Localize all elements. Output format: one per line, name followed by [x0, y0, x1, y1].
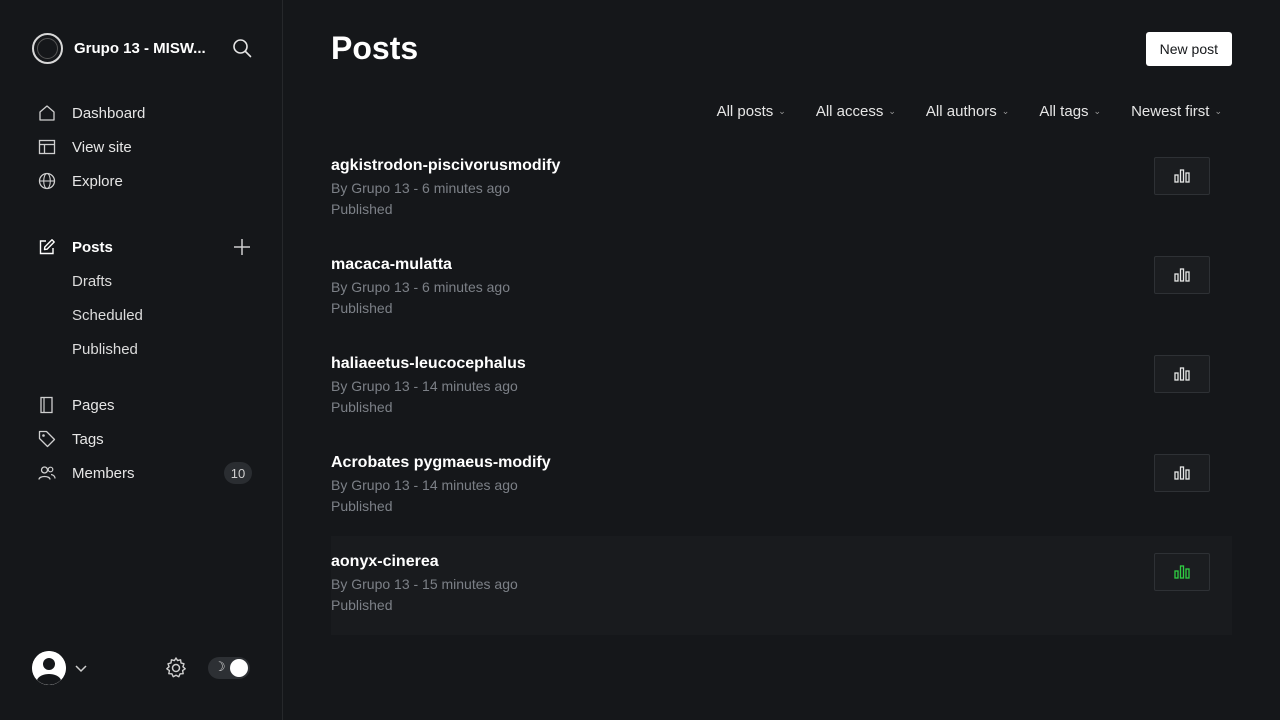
filter-bar: All posts ⌄ All access ⌄ All authors ⌄ All … — [717, 100, 1222, 122]
post-status: Published — [331, 498, 393, 514]
nav-pages[interactable]: Pages — [32, 388, 252, 422]
filter-authors-label: All authors — [925, 102, 997, 120]
nav-drafts[interactable]: Drafts — [32, 264, 252, 298]
post-meta: By Grupo 13 - 6 minutes ago — [331, 279, 510, 295]
nav-view-site-label: View site — [72, 138, 132, 156]
post-meta: By Grupo 13 - 15 minutes ago — [331, 576, 518, 592]
post-row[interactable]: Acrobates pygmaeus-modify By Grupo 13 - … — [331, 437, 1232, 536]
nav-posts-label: Posts — [72, 238, 113, 256]
filter-sort-label: Newest first — [1131, 102, 1210, 120]
chevron-down-icon: ⌄ — [778, 105, 786, 116]
nav-view-site[interactable]: View site — [32, 130, 252, 164]
post-title[interactable]: haliaeetus-leucocephalus — [331, 355, 1232, 375]
posts-nav: Posts Drafts Scheduled Published — [32, 230, 252, 366]
nav-explore[interactable]: Explore — [32, 164, 252, 198]
search-icon[interactable] — [232, 38, 252, 58]
post-title[interactable]: aonyx-cinerea — [331, 553, 1232, 573]
gear-icon[interactable] — [164, 656, 188, 680]
stats-button[interactable] — [1154, 355, 1210, 393]
post-title[interactable]: macaca-mulatta — [331, 256, 1232, 276]
nav-tags[interactable]: Tags — [32, 422, 252, 456]
post-row[interactable]: agkistrodon-piscivorusmodify By Grupo 13… — [331, 140, 1232, 239]
page-title: Posts — [331, 30, 419, 66]
dark-mode-toggle[interactable]: ☽ — [208, 657, 250, 679]
post-status: Published — [331, 399, 393, 415]
bar-chart-icon — [1174, 367, 1190, 381]
post-list: agkistrodon-piscivorusmodify By Grupo 13… — [331, 140, 1232, 635]
bar-chart-icon — [1174, 565, 1190, 579]
filter-type[interactable]: All posts ⌄ — [717, 100, 786, 122]
chevron-down-icon[interactable] — [74, 661, 88, 675]
nav-tags-label: Tags — [72, 430, 104, 448]
stats-button[interactable] — [1154, 454, 1210, 492]
nav-members[interactable]: Members 10 — [32, 456, 252, 490]
bar-chart-icon — [1174, 169, 1190, 183]
stats-button[interactable] — [1154, 157, 1210, 195]
avatar[interactable] — [32, 651, 66, 685]
pencil-square-icon — [38, 238, 56, 256]
add-post-icon[interactable] — [232, 237, 252, 257]
post-status: Published — [331, 597, 393, 613]
filter-tags[interactable]: All tags ⌄ — [1039, 100, 1101, 122]
stats-button[interactable] — [1154, 256, 1210, 294]
chevron-down-icon: ⌄ — [1001, 105, 1010, 116]
post-meta: By Grupo 13 - 6 minutes ago — [331, 180, 510, 196]
main-nav: Dashboard View site Explore — [32, 96, 252, 198]
filter-access-label: All access — [815, 102, 884, 120]
new-post-button[interactable]: New post — [1145, 32, 1232, 66]
post-meta: By Grupo 13 - 14 minutes ago — [331, 477, 518, 493]
post-row[interactable]: macaca-mulatta By Grupo 13 - 6 minutes a… — [331, 239, 1232, 338]
page-icon — [38, 396, 56, 414]
post-row[interactable]: aonyx-cinerea By Grupo 13 - 15 minutes a… — [331, 536, 1232, 635]
filter-access[interactable]: All access ⌄ — [816, 100, 896, 122]
moon-icon: ☽ — [214, 659, 226, 674]
filter-sort[interactable]: Newest first ⌄ — [1131, 100, 1222, 122]
post-title[interactable]: agkistrodon-piscivorusmodify — [331, 157, 1232, 177]
globe-icon — [38, 172, 56, 190]
nav-dashboard-label: Dashboard — [72, 104, 146, 122]
post-status: Published — [331, 201, 393, 217]
post-title[interactable]: Acrobates pygmaeus-modify — [331, 454, 1232, 474]
toggle-knob — [230, 659, 248, 677]
secondary-nav: Pages Tags Members 10 — [32, 388, 252, 490]
sidebar-footer: ☽ — [32, 651, 252, 685]
people-icon — [38, 464, 56, 482]
nav-dashboard[interactable]: Dashboard — [32, 96, 252, 130]
house-icon — [38, 104, 56, 122]
nav-posts[interactable]: Posts — [32, 230, 252, 264]
sidebar: Grupo 13 - MISW... Dashboard View site E… — [0, 0, 283, 720]
bar-chart-icon — [1174, 466, 1190, 480]
nav-published[interactable]: Published — [32, 332, 252, 366]
filter-type-label: All posts — [716, 102, 774, 120]
post-row[interactable]: haliaeetus-leucocephalus By Grupo 13 - 1… — [331, 338, 1232, 437]
layout-icon — [38, 138, 56, 156]
chevron-down-icon: ⌄ — [1093, 105, 1102, 116]
tag-icon — [38, 430, 56, 448]
post-status: Published — [331, 300, 393, 316]
members-count-badge: 10 — [224, 462, 252, 484]
post-meta: By Grupo 13 - 14 minutes ago — [331, 378, 518, 394]
nav-members-label: Members — [72, 464, 135, 482]
bar-chart-icon — [1174, 268, 1190, 282]
filter-authors[interactable]: All authors ⌄ — [926, 100, 1009, 122]
chevron-down-icon: ⌄ — [1214, 105, 1222, 116]
site-name: Grupo 13 - MISW... — [74, 39, 206, 57]
nav-scheduled[interactable]: Scheduled — [32, 298, 252, 332]
nav-explore-label: Explore — [72, 172, 123, 190]
stats-button[interactable] — [1154, 553, 1210, 591]
site-logo — [32, 32, 63, 64]
filter-tags-label: All tags — [1039, 102, 1089, 120]
main-content: Posts New post All posts ⌄ All access ⌄ Al… — [331, 0, 1232, 720]
brand[interactable]: Grupo 13 - MISW... — [32, 32, 252, 64]
chevron-down-icon: ⌄ — [888, 105, 896, 116]
nav-pages-label: Pages — [72, 396, 115, 414]
